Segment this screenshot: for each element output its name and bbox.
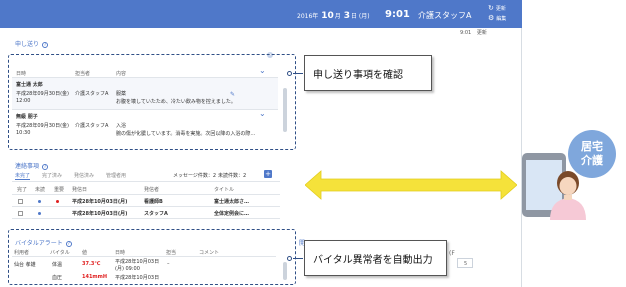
- divider: [12, 206, 280, 207]
- weekday: (月): [358, 13, 370, 20]
- help-icon[interactable]: ?: [42, 163, 49, 170]
- header-user[interactable]: 介護スタッフA: [418, 10, 471, 21]
- day-value: 3: [343, 11, 350, 21]
- handover-highlight: [8, 54, 296, 150]
- contact-tabs: 未完了 完了済み 発信済み 管理者用: [15, 172, 126, 180]
- home-care-badge: 居宅 介護: [568, 130, 616, 178]
- day-unit: 日: [350, 13, 357, 20]
- connector-dot: [287, 71, 292, 76]
- badge-line1: 居宅: [581, 140, 603, 153]
- refresh-label: 更新: [495, 6, 506, 12]
- contact-row-sender: スタッフA: [144, 211, 168, 217]
- divider: [12, 194, 280, 195]
- tab-admin[interactable]: 管理者用: [106, 172, 126, 180]
- right-panel-number: 5: [464, 261, 468, 267]
- done-checkbox[interactable]: [18, 199, 23, 204]
- subbar: 9:01 更新: [460, 29, 487, 36]
- edit-button[interactable]: ⚙ 編集: [488, 14, 507, 23]
- contact-row-date: 平成28年10月03日(月): [72, 211, 128, 217]
- tab-completed[interactable]: 完了済み: [42, 172, 62, 180]
- header-date: 2016年 10月 3日 (月): [297, 11, 370, 21]
- message-count: メッセージ件数：2: [173, 173, 217, 179]
- subbar-time: 9:01: [460, 30, 472, 36]
- contact-col-title: タイトル: [214, 187, 235, 193]
- contact-section-title: 連絡事項?: [15, 161, 49, 170]
- handover-title-text: 申し送り: [15, 41, 40, 48]
- important-dot: [56, 200, 59, 203]
- edit-label: 編集: [496, 16, 507, 22]
- connector-line: [293, 258, 303, 259]
- vital-callout-text: バイタル異常者を自動出力: [313, 254, 433, 266]
- contact-row-title: 富士通太郎さ…: [214, 199, 250, 205]
- unread-dot: [38, 200, 41, 203]
- refresh-icon: ↻: [488, 4, 494, 12]
- contact-row-sender: 看護師B: [144, 199, 163, 205]
- right-panel-field[interactable]: 5: [457, 258, 473, 268]
- contact-col-date: 発信日: [72, 187, 88, 193]
- header-time: 9:01: [385, 9, 410, 20]
- double-arrow: [305, 170, 517, 200]
- tab-sent[interactable]: 発信済み: [74, 172, 94, 180]
- contact-col-sender: 発信者: [144, 187, 160, 193]
- gear-icon: ⚙: [488, 14, 495, 22]
- unread-count: 未読件数：2: [218, 173, 247, 179]
- refresh-button[interactable]: ↻ 更新: [488, 4, 506, 13]
- contact-row-date: 平成28年10月03日(月): [72, 199, 128, 205]
- unread-dot: [38, 212, 41, 215]
- handover-callout-text: 申し送り事項を確認: [313, 69, 403, 81]
- month-value: 10: [321, 11, 334, 21]
- divider: [12, 218, 280, 219]
- subbar-refresh[interactable]: 更新: [477, 30, 487, 36]
- vital-highlight: [8, 229, 296, 285]
- connector-dot: [287, 256, 292, 261]
- contact-col-done: 完了: [17, 187, 28, 193]
- contact-row-title: 全体定例会に…: [214, 211, 250, 217]
- year-value: 2016: [297, 13, 313, 20]
- divider: [12, 181, 280, 182]
- top-bar: 2016年 10月 3日 (月) 9:01 介護スタッフA ↻ 更新 ⚙ 編集: [0, 0, 522, 28]
- month-unit: 月: [334, 13, 341, 20]
- badge-line2: 介護: [581, 154, 603, 167]
- done-checkbox[interactable]: [18, 211, 23, 216]
- handover-section-title: 申し送り?: [15, 39, 49, 48]
- contact-title-text: 連絡事項: [15, 163, 40, 170]
- contact-col-important: 重要: [54, 187, 65, 193]
- handover-callout: 申し送り事項を確認: [304, 55, 432, 91]
- plus-icon[interactable]: +: [264, 170, 272, 178]
- connector-line: [293, 73, 303, 74]
- contact-col-unread: 未読: [35, 187, 46, 193]
- tab-incomplete[interactable]: 未完了: [15, 172, 31, 180]
- help-icon[interactable]: ?: [42, 41, 49, 48]
- year-unit: 年: [312, 13, 319, 20]
- right-panel-header: (F: [449, 250, 455, 257]
- vital-callout: バイタル異常者を自動出力: [304, 240, 447, 276]
